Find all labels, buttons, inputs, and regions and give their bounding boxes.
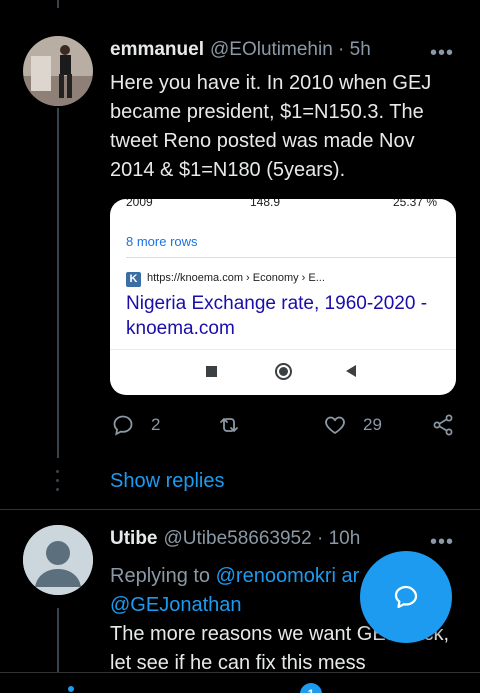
tweet2-name-row: Utibe @Utibe58663952 · 10h bbox=[110, 528, 360, 550]
mention-renoomokri[interactable]: @renoomokri ar bbox=[216, 565, 360, 587]
share-button[interactable] bbox=[431, 413, 455, 437]
retweet-button[interactable] bbox=[217, 413, 257, 437]
show-replies-link[interactable]: Show replies bbox=[110, 470, 225, 493]
like-count: 29 bbox=[363, 415, 382, 434]
tweet-separator bbox=[0, 509, 480, 510]
card-url: https://knoema.com › Economy › E... bbox=[147, 272, 325, 284]
like-button[interactable]: 29 bbox=[323, 413, 382, 437]
card-top-year: 2009 bbox=[126, 199, 153, 209]
replying-prefix: Replying to bbox=[110, 565, 211, 587]
tweet2-handle[interactable]: @Utibe58663952 bbox=[164, 528, 312, 549]
thread-line-top bbox=[57, 0, 59, 8]
avatar-utibe[interactable] bbox=[23, 525, 93, 595]
share-icon bbox=[433, 414, 453, 436]
card-top-value: 148.9 bbox=[250, 199, 281, 209]
tweet1-name-row: emmanuel @EOlutimehin · 5h bbox=[110, 39, 371, 61]
reply-count: 2 bbox=[151, 415, 161, 434]
new-message-icon bbox=[394, 585, 418, 609]
card-link-title[interactable]: Nigeria Exchange rate, 1960-2020 - knoem… bbox=[126, 291, 446, 341]
tweet1-time: · 5h bbox=[338, 39, 371, 60]
reply-button[interactable]: 2 bbox=[111, 413, 160, 437]
tweet2-display-name[interactable]: Utibe bbox=[110, 528, 158, 549]
tweet1-handle[interactable]: @EOlutimehin bbox=[210, 39, 333, 60]
mention-gejonathan[interactable]: @GEJonathan bbox=[110, 594, 242, 616]
tweet2-time: · 10h bbox=[316, 528, 361, 549]
thread-line-mid bbox=[57, 108, 59, 458]
more-rows-link[interactable]: 8 more rows bbox=[126, 234, 198, 249]
notification-badge[interactable]: 1 bbox=[300, 683, 322, 693]
card-top-pct: 25.37 % bbox=[393, 199, 438, 209]
card-top-row: 2009 148.9 25.37 % bbox=[110, 199, 456, 209]
tweet1-display-name[interactable]: emmanuel bbox=[110, 39, 204, 60]
avatar-emmanuel[interactable] bbox=[23, 36, 93, 106]
compose-fab-button[interactable] bbox=[360, 551, 452, 643]
thread-dots bbox=[56, 470, 60, 497]
reply-icon bbox=[113, 415, 133, 436]
recents-square-icon bbox=[206, 366, 217, 377]
home-circle-icon bbox=[275, 363, 292, 380]
thread-line-bottom bbox=[57, 608, 59, 678]
heart-icon bbox=[325, 416, 345, 435]
back-triangle-icon bbox=[346, 365, 356, 377]
tweet2-more-icon[interactable]: ••• bbox=[430, 531, 454, 554]
home-tab-indicator[interactable] bbox=[68, 686, 74, 692]
tweet1-text: Here you have it. In 2010 when GEJ becam… bbox=[110, 72, 432, 181]
bottom-tab-bar: 1 bbox=[0, 672, 480, 693]
knoema-logo-icon: K bbox=[126, 272, 141, 287]
tweet1-more-icon[interactable]: ••• bbox=[430, 42, 454, 65]
retweet-icon bbox=[220, 418, 238, 432]
card-divider bbox=[126, 257, 456, 258]
link-card[interactable]: 2009 148.9 25.37 % 8 more rows K https:/… bbox=[110, 199, 456, 395]
card-nav-divider bbox=[110, 349, 456, 350]
